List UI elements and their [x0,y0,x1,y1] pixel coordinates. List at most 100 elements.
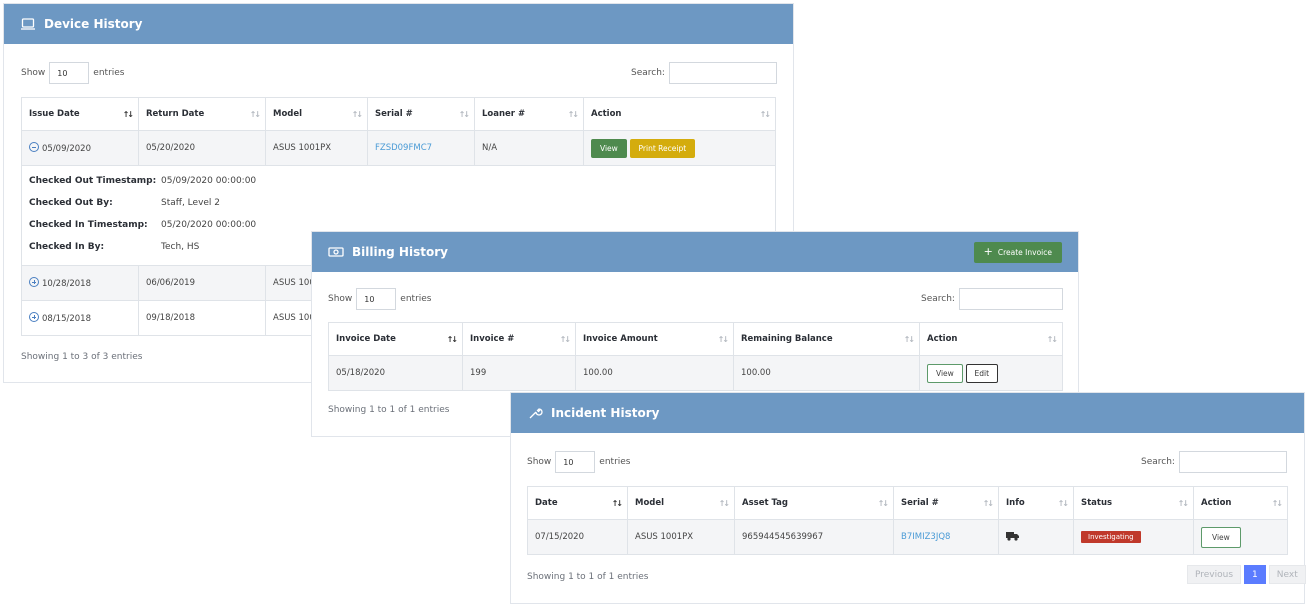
entries-label: entries [93,68,125,78]
incident-entries-select[interactable]: 10 [555,451,596,473]
detail-value: 05/09/2020 00:00:00 [161,176,257,186]
show-label: Show [21,68,46,78]
incident-length-control: Show 10 entries [527,451,631,473]
expand-icon[interactable] [29,312,39,322]
sort-desc-icon: ↑↓ [122,110,134,119]
col-info[interactable]: Info ↑↓ [998,486,1074,520]
return-date: 05/20/2020 [138,130,266,166]
collapse-icon[interactable] [29,142,39,152]
billing-table: Invoice Date ↑↓ Invoice # ↑↓ Invoice Amoun… [328,322,1063,391]
return-date: 09/18/2018 [138,300,266,336]
col-serial[interactable]: Serial # ↑↓ [893,486,999,520]
view-button[interactable]: View [1201,526,1241,548]
billing-entries-select[interactable]: 10 [356,288,397,310]
device-search: Search: [631,62,777,84]
invoice-number: 199 [462,355,576,391]
detail-value: 05/20/2020 00:00:00 [161,220,257,230]
col-invoice-number[interactable]: Invoice # ↑↓ [462,322,576,356]
sort-icon: ↑↓ [1057,499,1069,508]
wrench-icon [529,408,543,419]
incident-search-input[interactable] [1178,451,1287,473]
device-search-input[interactable] [668,62,777,84]
col-loaner[interactable]: Loaner # ↑↓ [474,97,584,131]
search-label: Search: [631,68,665,78]
col-action[interactable]: Action ↑↓ [1193,486,1288,520]
col-status[interactable]: Status ↑↓ [1073,486,1194,520]
sort-icon: ↑↓ [249,110,261,119]
entries-label: entries [400,294,432,304]
col-action[interactable]: Action ↑↓ [919,322,1063,356]
invoice-date: 05/18/2020 [328,355,463,391]
page-1-button[interactable]: 1 [1244,565,1266,584]
col-serial[interactable]: Serial # ↑↓ [367,97,475,131]
col-date[interactable]: Date ↑↓ [527,486,628,520]
col-remaining-balance[interactable]: Remaining Balance ↑↓ [733,322,920,356]
incident-table-info: Showing 1 to 1 of 1 entries [527,572,649,582]
create-invoice-label: Create Invoice [997,247,1052,257]
next-page-button[interactable]: Next [1268,565,1306,584]
col-issue-date[interactable]: Issue Date ↑↓ [21,97,139,131]
truck-icon [1006,531,1019,541]
col-return-date[interactable]: Return Date ↑↓ [138,97,266,131]
show-label: Show [328,294,353,304]
money-icon [328,247,344,257]
serial-link[interactable]: B7IMIZ3JQ8 [901,532,950,542]
device-history-title: Device History [44,17,143,31]
model: ASUS 1001PX [627,519,735,555]
asset-tag: 965944545639967 [734,519,894,555]
sort-icon: ↑↓ [903,335,915,344]
sort-desc-icon: ↑↓ [446,335,458,344]
serial-link[interactable]: FZSD09FMC7 [375,143,432,153]
sort-icon: ↑↓ [458,110,470,119]
incident-history-card: Incident History Show 10 entries Search:… [510,392,1306,604]
device-history-header: Device History [4,4,793,44]
col-model[interactable]: Model ↑↓ [265,97,368,131]
incident-search: Search: [1141,451,1287,473]
issue-date: 08/15/2018 [42,314,91,324]
col-invoice-amount[interactable]: Invoice Amount ↑↓ [575,322,734,356]
col-invoice-date[interactable]: Invoice Date ↑↓ [328,322,463,356]
col-asset-tag[interactable]: Asset Tag ↑↓ [734,486,894,520]
create-invoice-button[interactable]: + Create Invoice [973,241,1062,263]
col-model[interactable]: Model ↑↓ [627,486,735,520]
show-label: Show [527,457,552,467]
issue-date: 10/28/2018 [42,279,91,289]
table-row: 05/09/2020 05/20/2020 ASUS 1001PX FZSD09… [21,130,776,166]
plus-icon: + [983,245,993,258]
detail-label: Checked In By: [29,242,105,252]
pagination: Previous 1 Next [1187,565,1306,584]
sort-icon: ↑↓ [559,335,571,344]
detail-value: Tech, HS [161,242,200,252]
detail-label: Checked Out Timestamp: [29,176,157,186]
billing-search-input[interactable] [958,288,1063,310]
remaining-balance: 100.00 [733,355,920,391]
device-entries-select[interactable]: 10 [49,62,90,84]
print-receipt-button[interactable]: Print Receipt [629,138,696,158]
expand-icon[interactable] [29,277,39,287]
view-button[interactable]: View [591,138,627,158]
view-button[interactable]: View [927,363,963,383]
table-row: 05/18/2020 199 100.00 100.00 View Edit [328,355,1063,391]
detail-value: Staff, Level 2 [161,198,221,208]
issue-date: 05/09/2020 [42,144,91,154]
sort-icon: ↑↓ [718,499,730,508]
incident-history-title: Incident History [551,406,660,420]
sort-icon: ↑↓ [351,110,363,119]
previous-page-button[interactable]: Previous [1187,565,1242,584]
sort-desc-icon: ↑↓ [611,499,623,508]
col-action[interactable]: Action ↑↓ [583,97,776,131]
sort-icon: ↑↓ [1271,499,1283,508]
sort-icon: ↑↓ [1177,499,1189,508]
model: ASUS 1001PX [265,130,368,166]
entries-label: entries [599,457,631,467]
sort-icon: ↑↓ [717,335,729,344]
sort-icon: ↑↓ [759,110,771,119]
detail-label: Checked In Timestamp: [29,220,148,230]
device-length-control: Show 10 entries [21,62,125,84]
invoice-amount: 100.00 [575,355,734,391]
incident-date: 07/15/2020 [527,519,628,555]
billing-history-title: Billing History [352,245,448,259]
table-row: 07/15/2020 ASUS 1001PX 965944545639967 B… [527,519,1288,555]
sort-icon: ↑↓ [877,499,889,508]
edit-button[interactable]: Edit [965,363,999,383]
